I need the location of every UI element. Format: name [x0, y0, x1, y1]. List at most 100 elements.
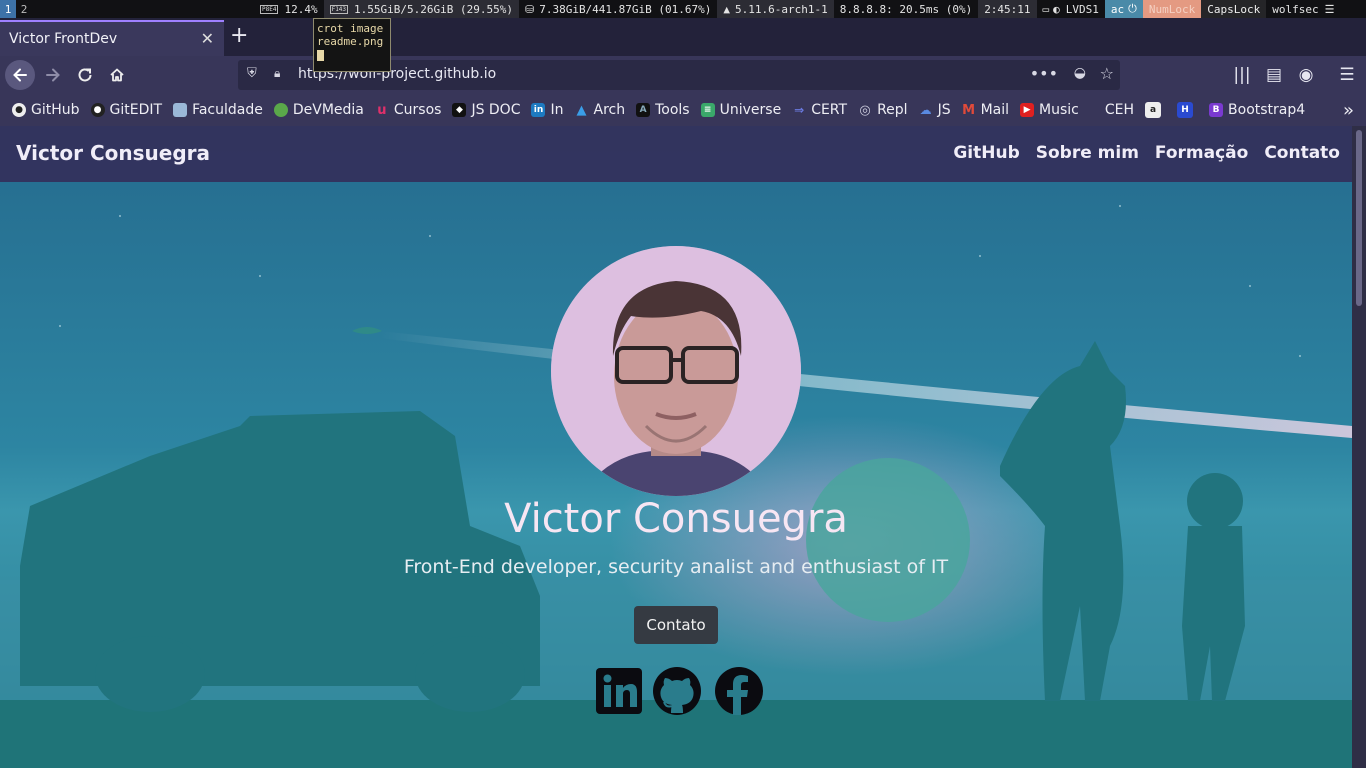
bookmark-label: JS DOC — [471, 102, 521, 118]
linkedin-icon: in — [531, 103, 546, 117]
terminal-popup[interactable]: crot image readme.png — [313, 18, 391, 72]
bookmark-bootstrap4[interactable]: B Bootstrap4 — [1209, 94, 1305, 126]
popup-line-2: readme.png — [317, 35, 384, 48]
close-tab-icon[interactable]: ✕ — [201, 29, 214, 48]
bookmark-js[interactable]: ☁ JS — [919, 94, 951, 126]
bookmark-label: Tools — [655, 102, 690, 118]
page-content: Victor Consuegra GitHub Sobre mim Formaç… — [0, 126, 1352, 768]
home-button[interactable] — [103, 61, 131, 89]
nav-link-github[interactable]: GitHub — [953, 143, 1019, 163]
user-indicator: wolfsec ☰ — [1266, 0, 1341, 18]
forward-button[interactable] — [39, 61, 67, 89]
arrow-right-icon — [46, 68, 60, 82]
bookmark-gitedit[interactable]: ● GitEDIT — [90, 94, 162, 126]
site-brand[interactable]: Victor Consuegra — [16, 141, 210, 165]
monitor-icon: ▭ — [1042, 2, 1050, 16]
memory-indicator: F143 1.55GiB/5.26GiB (29.55%) — [323, 0, 519, 18]
sidebar-button[interactable]: ▤ — [1260, 61, 1288, 89]
bootstrap-icon: B — [1209, 103, 1224, 117]
reload-button[interactable] — [71, 61, 99, 89]
memory-value: 1.55GiB/5.26GiB (29.55%) — [354, 2, 513, 16]
disk-value: 7.38GiB/441.87GiB (01.67%) — [539, 2, 712, 16]
disk-indicator: ⛁ 7.38GiB/441.87GiB (01.67%) — [519, 0, 717, 18]
page-scrollbar[interactable] — [1352, 126, 1366, 768]
bookmark-h[interactable]: H — [1177, 94, 1198, 126]
jsdoc-icon: ◆ — [452, 103, 467, 117]
profile-avatar — [551, 246, 801, 496]
capslock-indicator: CapsLock — [1201, 0, 1267, 18]
bookmark-faculdade[interactable]: Faculdade — [173, 94, 263, 126]
bookmark-universe[interactable]: ≡ Universe — [700, 94, 782, 126]
bookmark-devmedia[interactable]: DeVMedia — [273, 94, 364, 126]
kernel-value: 5.11.6-arch1-1 — [735, 2, 828, 16]
bookmark-jsdoc[interactable]: ◆ JS DOC — [452, 94, 520, 126]
menu-icon[interactable]: ☰ — [1325, 3, 1335, 16]
library-icon: ||| — [1233, 65, 1251, 85]
power-value: ac — [1110, 2, 1125, 16]
bookmark-star-icon[interactable]: ☆ — [1100, 64, 1114, 83]
github-icon: ● — [12, 103, 26, 117]
library-button[interactable]: ||| — [1228, 61, 1256, 89]
linkedin-icon[interactable] — [594, 666, 644, 716]
bookmark-linkedin[interactable]: in In — [531, 94, 564, 126]
bookmark-cert[interactable]: ⇒ CERT — [792, 94, 847, 126]
repl-icon: ◎ — [859, 102, 871, 118]
bookmark-label: Bootstrap4 — [1228, 102, 1306, 118]
pocket-icon[interactable]: ◒ — [1074, 65, 1086, 81]
system-status-bar: 1 2 P8E4 12.4% F143 1.55GiB/5.26GiB (29.55… — [0, 0, 1366, 18]
bookmark-music[interactable]: ▶ Music — [1020, 94, 1079, 126]
display-indicator: ▭ ◐ LVDS1 — [1037, 0, 1105, 18]
universe-icon: ≡ — [700, 103, 715, 117]
facebook-icon[interactable] — [714, 666, 764, 716]
youtube-icon: ▶ — [1020, 103, 1035, 117]
faculdade-icon — [173, 103, 188, 117]
bookmark-cursos[interactable]: u Cursos — [375, 94, 442, 126]
back-button[interactable] — [5, 60, 35, 90]
memory-icon: F143 — [329, 4, 349, 14]
scrollbar-thumb[interactable] — [1356, 130, 1362, 306]
workspace-1[interactable]: 1 — [0, 0, 16, 18]
github-icon[interactable] — [652, 666, 702, 716]
disk-icon: ⛁ — [524, 2, 535, 16]
bookmark-tools[interactable]: A Tools — [636, 94, 690, 126]
arch-icon: ▲ — [723, 2, 731, 16]
bookmark-label: Cursos — [393, 102, 442, 118]
text-cursor — [317, 50, 324, 61]
bookmark-repl[interactable]: ◎ Repl — [858, 94, 907, 126]
amazon-icon: a — [1145, 102, 1162, 118]
contato-button[interactable]: Contato — [634, 606, 718, 644]
tab-victor-frontdev[interactable]: Victor FrontDev ✕ — [0, 20, 224, 56]
lock-icon[interactable]: 🔒︎ — [274, 66, 280, 81]
workspace-2[interactable]: 2 — [16, 0, 32, 18]
more-actions-icon[interactable]: ••• — [1030, 64, 1058, 83]
home-icon — [110, 68, 124, 82]
github-icon: ● — [90, 103, 105, 117]
bookmark-amazon[interactable]: a — [1145, 94, 1166, 126]
sidebar-icon: ▤ — [1265, 65, 1283, 85]
app-menu-button[interactable]: ☰ — [1333, 61, 1361, 89]
bookmark-github[interactable]: ● GitHub — [12, 94, 80, 126]
kernel-indicator: ▲ 5.11.6-arch1-1 — [717, 0, 834, 18]
site-navbar: Victor Consuegra GitHub Sobre mim Formaç… — [0, 126, 1352, 182]
tab-bar: Victor FrontDev ✕ + — [0, 18, 1366, 56]
bookmark-ceh[interactable]: CEH — [1105, 94, 1134, 126]
shield-icon[interactable]: ⛨ — [247, 66, 257, 81]
more-bookmarks-button[interactable]: » — [1343, 94, 1354, 126]
plug-icon: ⏻ — [1128, 2, 1137, 15]
hamburger-icon: ☰ — [1339, 65, 1355, 85]
bookmark-arch[interactable]: ▲ Arch — [575, 94, 626, 126]
nav-link-contato[interactable]: Contato — [1264, 143, 1340, 163]
gmail-icon: M — [962, 102, 976, 118]
arrow-left-icon — [13, 68, 27, 82]
cloud-icon: ☁ — [919, 103, 932, 117]
navigation-toolbar: ⛨ 🔒︎ https://wolf-project.github.io ••• … — [0, 56, 1366, 94]
tools-icon: A — [636, 103, 651, 117]
nav-link-sobre-mim[interactable]: Sobre mim — [1036, 143, 1139, 163]
account-button[interactable]: ◉ — [1292, 61, 1320, 89]
nav-link-formacao[interactable]: Formação — [1155, 143, 1248, 163]
bookmark-label: Universe — [719, 102, 782, 118]
bookmark-label: Faculdade — [192, 102, 263, 118]
bookmark-mail[interactable]: M Mail — [962, 94, 1009, 126]
numlock-indicator: NumLock — [1142, 0, 1202, 18]
new-tab-button[interactable]: + — [230, 25, 248, 47]
